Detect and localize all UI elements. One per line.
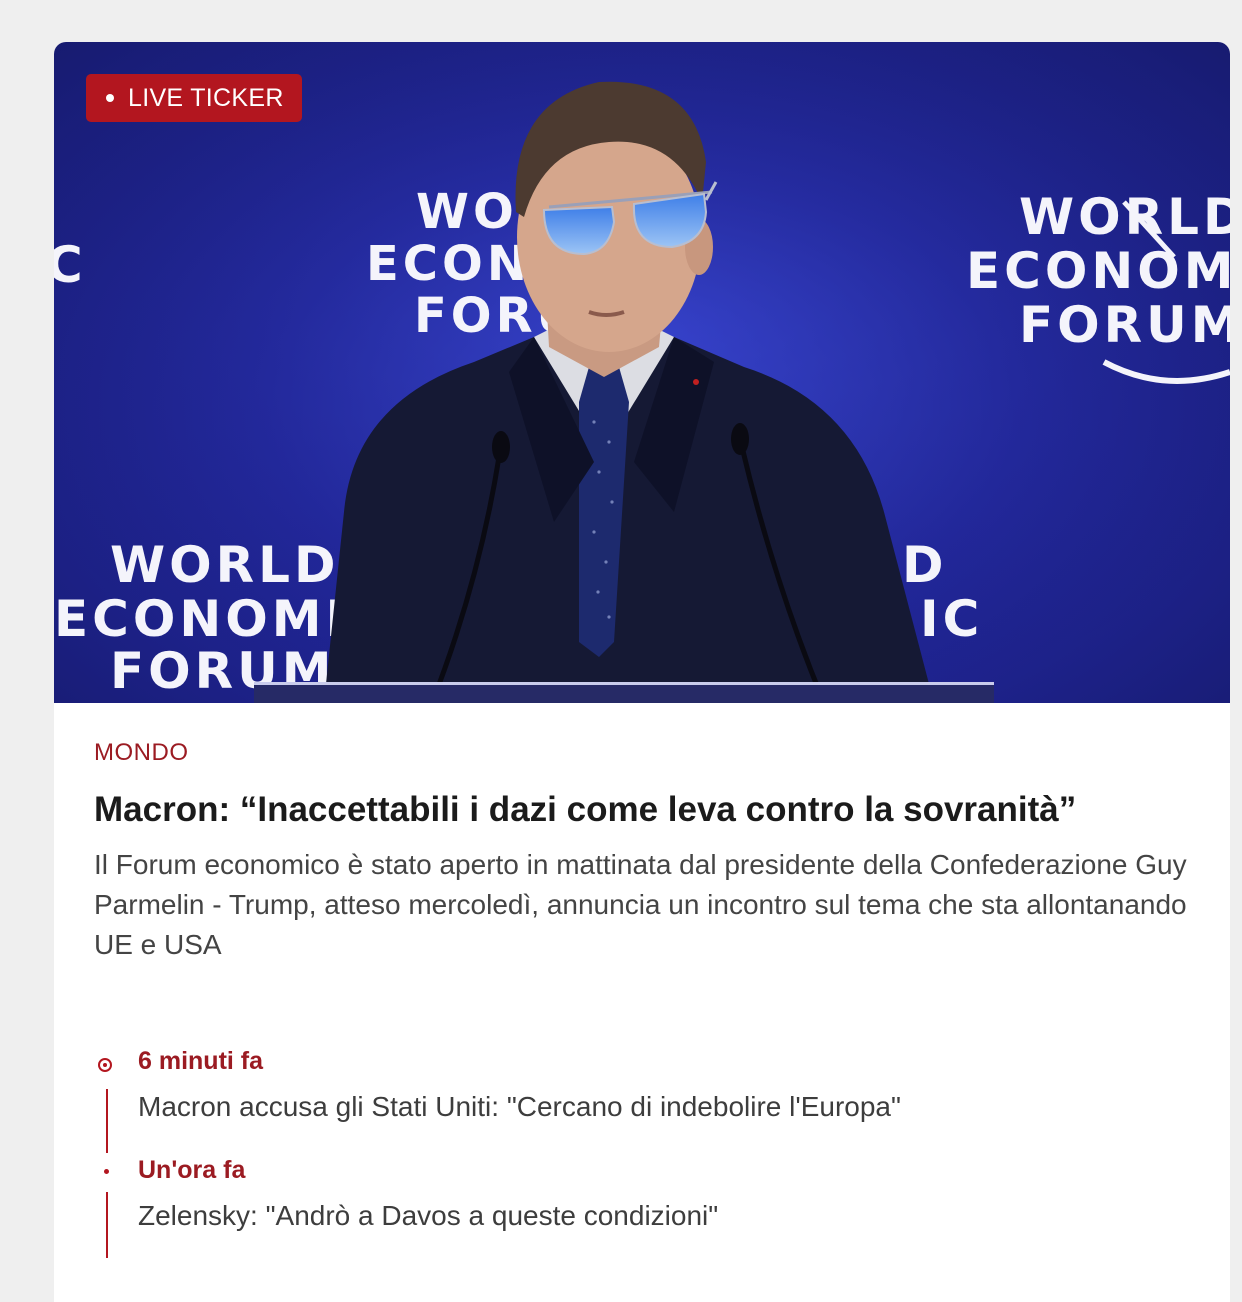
timeline-line	[106, 1192, 108, 1258]
wef-logo-text-bottom-1: WORLD	[110, 536, 340, 594]
ticker-item[interactable]: 6 minuti fa Macron accusa gli Stati Unit…	[94, 1047, 1194, 1155]
timeline-current-icon	[98, 1058, 112, 1072]
wef-logo-text-bottom-right-2: IC	[920, 590, 983, 648]
article-headline[interactable]: Macron: “Inaccettabili i dazi come leva …	[94, 788, 1194, 832]
wef-logo-text-left: C	[54, 236, 87, 294]
ticker-time: 6 minuti fa	[138, 1047, 264, 1075]
timeline-dot-icon	[104, 1169, 109, 1174]
live-ticker-badge[interactable]: LIVE TICKER	[86, 74, 302, 122]
live-ticker-label: LIVE TICKER	[128, 83, 284, 112]
lapel-pin	[693, 379, 699, 385]
article-summary: Il Forum economico è stato aperto in mat…	[94, 849, 1187, 960]
news-card[interactable]: C WORLD ECONOMIC FORUM WORLD ECONOMIC FO…	[54, 42, 1230, 1302]
live-dot-icon	[106, 94, 114, 102]
podium	[254, 684, 994, 703]
ticker-item[interactable]: Un'ora fa Zelensky: "Andrò a Davos a que…	[94, 1156, 1194, 1264]
wef-logo-text-right-3: FORUM	[1019, 296, 1230, 354]
wef-logo-text-bottom-right-1: D	[902, 536, 948, 594]
wef-logo-text-right-1: WORLD	[1019, 188, 1230, 246]
ticker-text: Macron accusa gli Stati Uniti: "Cercano …	[138, 1091, 901, 1122]
ticker-text: Zelensky: "Andrò a Davos a queste condiz…	[138, 1200, 719, 1231]
timeline-line	[106, 1089, 108, 1153]
article-category[interactable]: MONDO	[94, 739, 189, 767]
hero-photo[interactable]: C WORLD ECONOMIC FORUM WORLD ECONOMIC FO…	[54, 42, 1230, 703]
speaker-photo-illustration: C WORLD ECONOMIC FORUM WORLD ECONOMIC FO…	[54, 42, 1230, 703]
ticker-time: Un'ora fa	[138, 1156, 246, 1184]
wef-logo-text-right-2: ECONOMIC	[966, 242, 1230, 300]
